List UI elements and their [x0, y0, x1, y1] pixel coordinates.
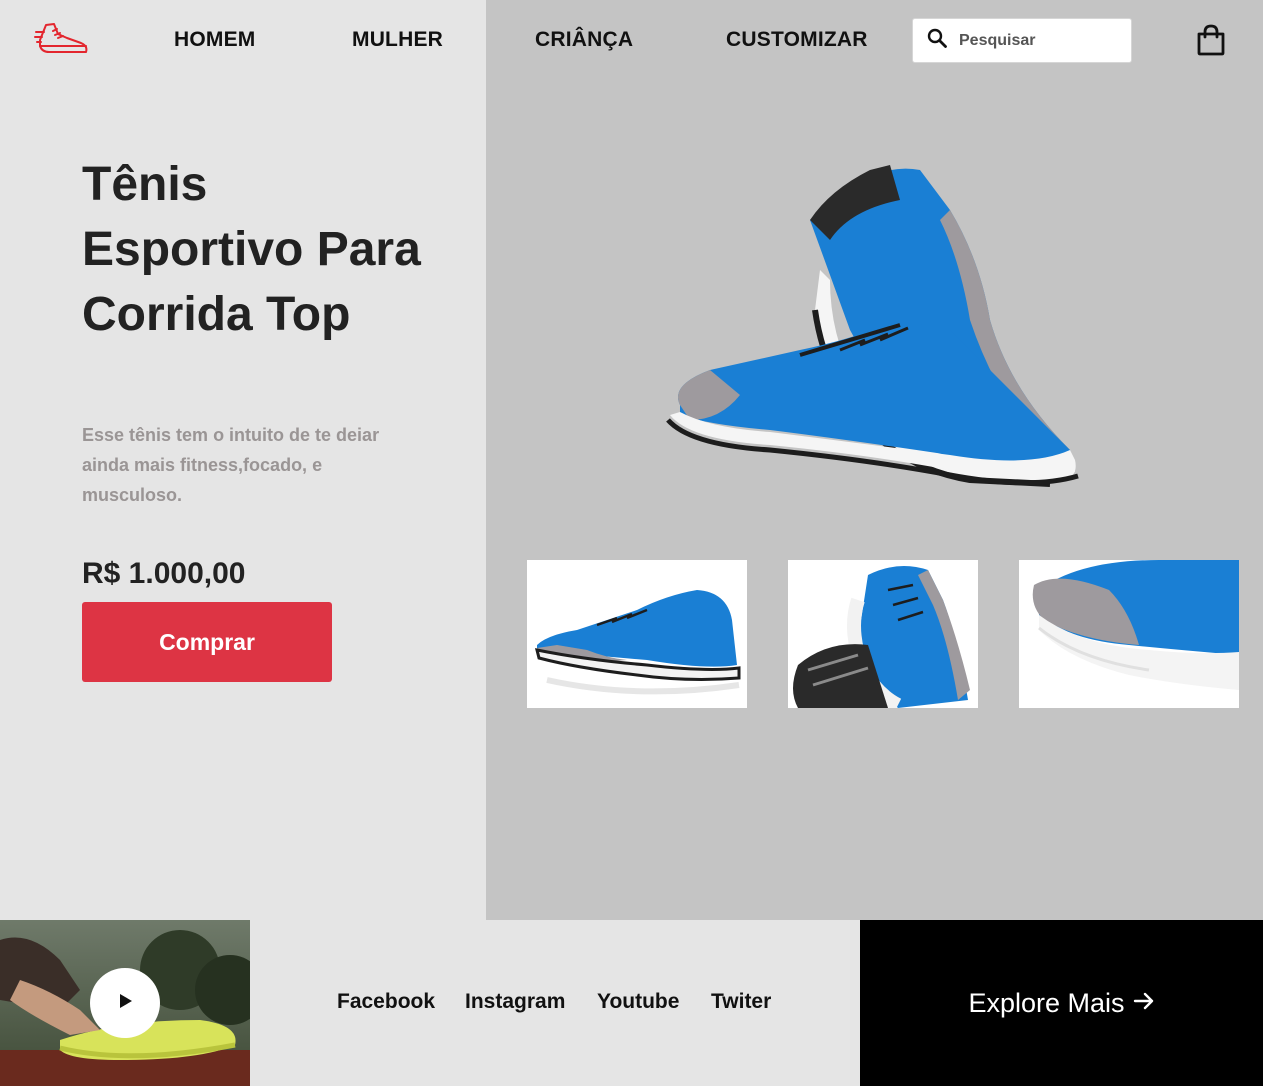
explore-more-button[interactable]: Explore Mais	[860, 920, 1263, 1086]
arrow-right-icon	[1133, 988, 1155, 1019]
product-description: Esse tênis tem o intuito de te deiar ain…	[82, 425, 380, 505]
play-icon	[115, 991, 135, 1016]
nav-item-homem[interactable]: HOMEM	[174, 28, 256, 52]
social-links: Facebook Instagram Youtube Twiter	[250, 920, 860, 1086]
youtube-link[interactable]: Youtube	[597, 990, 679, 1014]
nav-item-mulher[interactable]: MULHER	[352, 28, 443, 52]
search-icon	[927, 28, 947, 53]
product-thumbnail-3[interactable]	[1019, 560, 1239, 708]
product-thumbnail-1[interactable]	[527, 560, 747, 708]
search-box[interactable]	[912, 18, 1132, 63]
video-thumbnail[interactable]	[0, 920, 250, 1086]
explore-more-label: Explore Mais	[968, 987, 1125, 1018]
nav-item-customizar[interactable]: CUSTOMIZAR	[726, 28, 868, 52]
search-input[interactable]	[959, 31, 1119, 50]
product-thumbnail-2[interactable]	[788, 560, 978, 708]
nav-item-crianca[interactable]: CRIÂNÇA	[535, 28, 633, 52]
shopping-bag-icon[interactable]	[1196, 24, 1226, 56]
product-image	[650, 150, 1090, 500]
play-button[interactable]	[90, 968, 160, 1038]
running-shoe-icon[interactable]	[34, 20, 90, 60]
product-price: R$ 1.000,00	[82, 557, 246, 590]
page-title: Tênis Esportivo Para Corrida Top	[82, 158, 421, 341]
twiter-link[interactable]: Twiter	[711, 990, 771, 1014]
facebook-link[interactable]: Facebook	[337, 990, 435, 1014]
buy-button[interactable]: Comprar	[82, 602, 332, 682]
instagram-link[interactable]: Instagram	[465, 990, 565, 1014]
